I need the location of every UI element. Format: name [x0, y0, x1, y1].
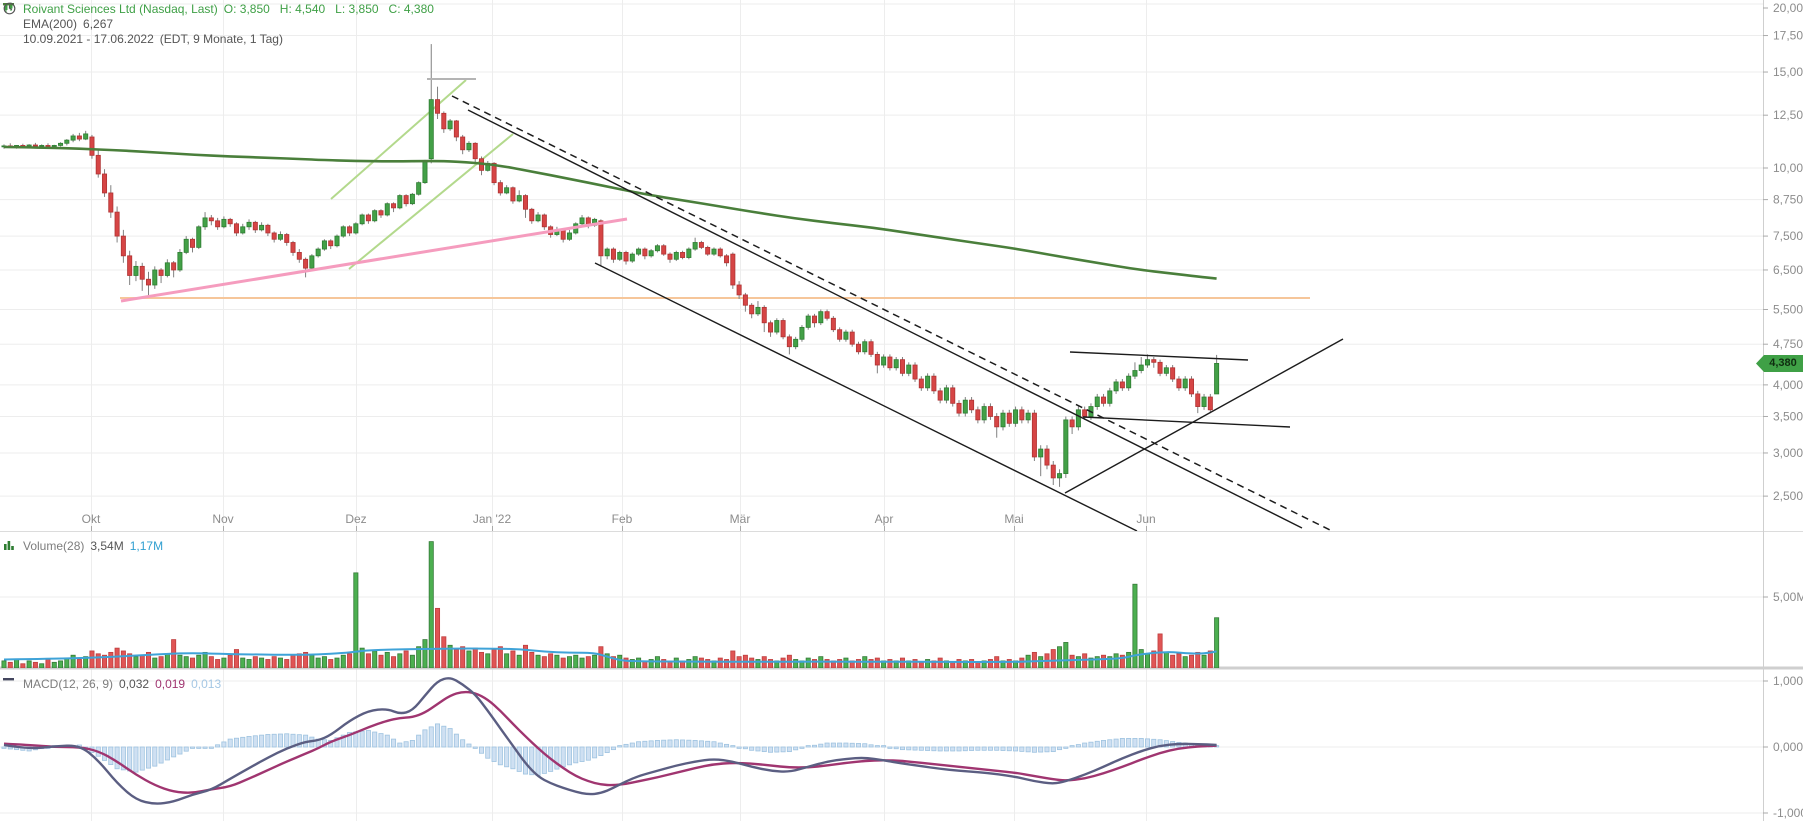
price-axis[interactable]: 20,000 17,500 15,000 12,500 10,000 8,750 7,500… [1763, 1, 1803, 820]
ema-value: 6,267 [83, 17, 113, 32]
gridlines [0, 0, 1763, 821]
macd-value: 0,032 [119, 677, 149, 692]
range-resistance[interactable] [1070, 352, 1248, 360]
svg-text:6,500: 6,500 [1773, 263, 1803, 277]
macd-legend: MACD(12, 26, 9) 0,032 0,019 0,013 [3, 677, 221, 692]
downtrend-dashed[interactable] [452, 96, 1330, 530]
svg-text:8,750: 8,750 [1773, 193, 1803, 207]
instrument-legend-row[interactable]: Roivant Sciences Ltd (Nasdaq, Last) O: 3… [3, 2, 444, 17]
svg-text:20,000: 20,000 [1773, 1, 1803, 15]
clock-icon [3, 34, 17, 46]
volume-bars-icon [3, 541, 17, 553]
volume-ma-value: 1,17M [130, 539, 163, 554]
svg-text:3,500: 3,500 [1773, 409, 1803, 423]
macd-hist-value: 0,013 [191, 677, 221, 692]
svg-text:1,000: 1,000 [1773, 674, 1803, 688]
svg-text:Mär: Mär [730, 512, 751, 526]
svg-text:5,500: 5,500 [1773, 303, 1803, 317]
ema-line-icon [3, 19, 17, 31]
macd-signal-value: 0,019 [155, 677, 185, 692]
time-axis[interactable]: Okt Nov Dez Jan '22 Feb Mär Apr Mai Jun [82, 512, 1156, 531]
svg-text:3,000: 3,000 [1773, 446, 1803, 460]
svg-text:Nov: Nov [212, 512, 233, 526]
date-range: 10.09.2021 - 17.06.2022 [23, 32, 154, 47]
volume-label: Volume(28) [23, 539, 84, 554]
svg-text:4,750: 4,750 [1773, 337, 1803, 351]
candles [2, 44, 1219, 487]
svg-text:Dez: Dez [345, 512, 366, 526]
volume-panel[interactable] [2, 542, 1219, 668]
close-value: C: 4,380 [389, 2, 434, 16]
last-price-value: 4,380 [1769, 355, 1797, 372]
channel-green-upper[interactable] [331, 80, 466, 199]
svg-text:Mai: Mai [1004, 512, 1023, 526]
price-panel[interactable] [2, 44, 1343, 531]
last-price-badge: 4,380 [1756, 355, 1803, 372]
date-range-detail: (EDT, 9 Monate, 1 Tag) [160, 32, 283, 47]
svg-text:10,000: 10,000 [1773, 161, 1803, 175]
downchannel-lower[interactable] [595, 263, 1137, 531]
ohlc-values: O: 3,850 H: 4,540 L: 3,850 C: 4,380 [224, 2, 444, 17]
low-value: L: 3,850 [335, 2, 378, 16]
svg-text:-1,000: -1,000 [1773, 806, 1803, 820]
svg-text:15,000: 15,000 [1773, 65, 1803, 79]
svg-text:7,500: 7,500 [1773, 229, 1803, 243]
svg-text:Jan '22: Jan '22 [473, 512, 512, 526]
volume-legend: Volume(28) 3,54M 1,17M [3, 539, 163, 554]
svg-text:12,500: 12,500 [1773, 108, 1803, 122]
instrument-title: Roivant Sciences Ltd (Nasdaq, Last) [23, 2, 218, 17]
svg-text:Apr: Apr [875, 512, 894, 526]
svg-text:2,500: 2,500 [1773, 489, 1803, 503]
chart-window: 20,000 17,500 15,000 12,500 10,000 8,750 7,500… [0, 0, 1803, 821]
macd-legend-row[interactable]: MACD(12, 26, 9) 0,032 0,019 0,013 [3, 677, 221, 692]
chart-canvas[interactable]: 20,000 17,500 15,000 12,500 10,000 8,750 7,500… [0, 0, 1803, 821]
ema-label: EMA(200) [23, 17, 77, 32]
date-range-row: 10.09.2021 - 17.06.2022 (EDT, 9 Monate, … [3, 32, 444, 47]
macd-panel-group[interactable] [2, 678, 1219, 803]
ema-legend-row[interactable]: EMA(200) 6,267 [3, 17, 444, 32]
volume-value: 3,54M [90, 539, 123, 554]
svg-text:0,000: 0,000 [1773, 740, 1803, 754]
svg-text:17,500: 17,500 [1773, 29, 1803, 43]
macd-label: MACD(12, 26, 9) [23, 677, 113, 692]
open-value: O: 3,850 [224, 2, 270, 16]
ema200-line[interactable] [4, 147, 1217, 279]
svg-text:5,00M: 5,00M [1773, 590, 1803, 604]
instrument-legend: Roivant Sciences Ltd (Nasdaq, Last) O: 3… [3, 2, 444, 47]
macd-line-icon [3, 679, 17, 691]
volume-legend-row[interactable]: Volume(28) 3,54M 1,17M [3, 539, 163, 554]
svg-text:4,000: 4,000 [1773, 378, 1803, 392]
svg-text:Okt: Okt [82, 512, 101, 526]
svg-text:Feb: Feb [612, 512, 633, 526]
svg-text:Jun: Jun [1136, 512, 1155, 526]
high-value: H: 4,540 [280, 2, 325, 16]
macd-signal-line[interactable] [4, 692, 1217, 793]
